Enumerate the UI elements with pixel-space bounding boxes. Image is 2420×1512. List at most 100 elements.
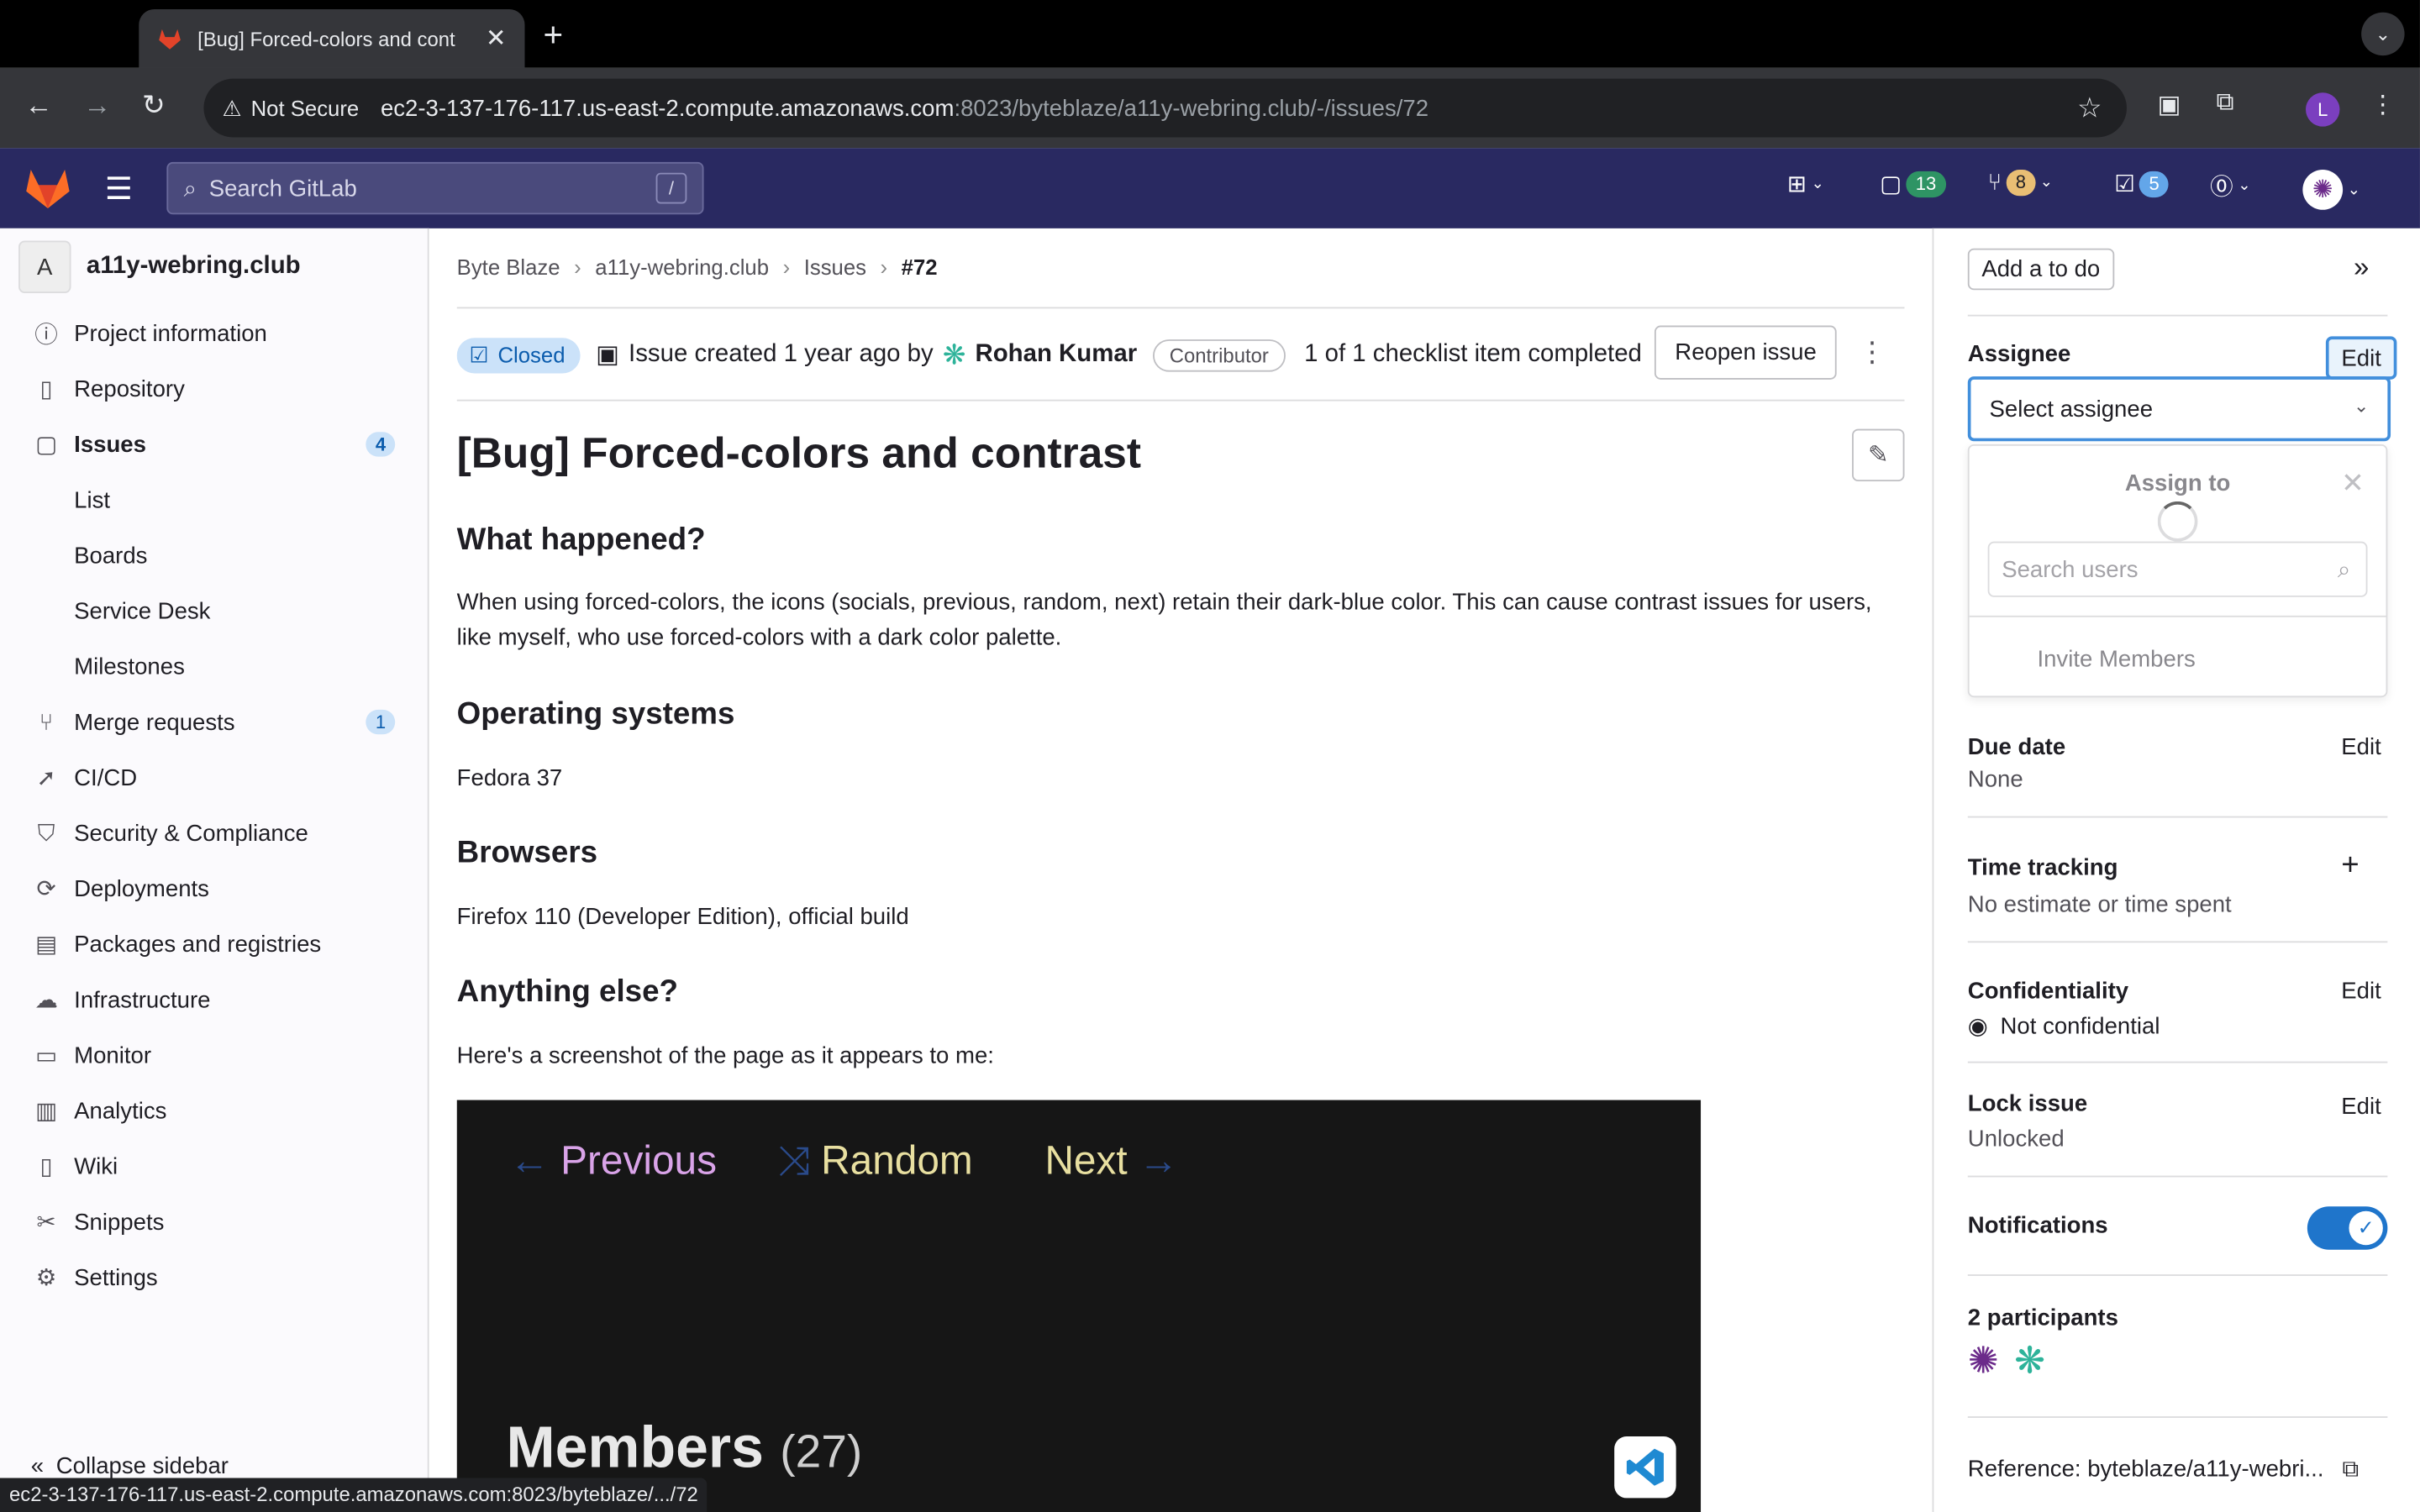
issue-created-text: Issue created 1 year ago by [629,340,934,368]
notifications-toggle[interactable]: ✓ [2307,1206,2388,1250]
sidebar-item-service-desk[interactable]: Service Desk [74,588,445,634]
divider [456,307,1905,309]
breadcrumb-item[interactable]: a11y-webring.club [595,255,769,279]
todo-count-badge: 5 [2139,170,2169,197]
profile-avatar[interactable]: L [2306,92,2340,127]
extensions-puzzle-icon[interactable]: ⧉ [2217,90,2234,118]
user-menu-button[interactable]: ✺ ⌄ [2302,170,2360,210]
checklist-status: 1 of 1 checklist item completed [1304,340,1642,368]
author-name[interactable]: Rohan Kumar [975,341,1137,369]
todos-nav-button[interactable]: ☑ 5 [2114,170,2169,197]
assignee-edit-button[interactable]: Edit [2325,336,2397,380]
copy-icon[interactable]: ⧉ [2343,1457,2360,1483]
help-button[interactable]: ⓪ ⌄ [2210,170,2251,202]
sidebar-item-security-compliance[interactable]: ⛉ Security & Compliance [31,810,402,856]
due-date-edit-button[interactable]: Edit [2341,734,2381,760]
due-date-value: None [1967,766,2023,794]
divider [1967,1274,2388,1276]
todo-check-icon: ☑ [2114,171,2135,198]
divider [1969,615,2386,617]
lock-issue-value: Unlocked [1967,1126,2065,1153]
browser-menu-icon[interactable]: ⋮ [2370,90,2395,121]
add-time-tracking-icon[interactable]: + [2341,848,2359,884]
sidebar-item-analytics[interactable]: ▥ Analytics [31,1088,402,1134]
attached-screenshot[interactable]: ← Previous ⤨ Random Next → Members (27) [456,1100,1702,1512]
collapse-sidebar-button[interactable]: « Collapse sidebar [31,1453,229,1479]
members-count: (27) [780,1426,863,1478]
merge-requests-nav-button[interactable]: ⑂ 8 ⌄ [1988,170,2053,197]
status-label: Closed [497,342,566,368]
select-assignee-dropdown[interactable]: Select assignee ⌄ [1967,376,2391,442]
more-actions-icon[interactable]: ⋮ [1858,336,1886,369]
sidebar-item-wiki[interactable]: ▯ Wiki [31,1143,402,1189]
search-users-input[interactable]: Search users ⌕ [1987,541,2368,597]
menu-hamburger-icon[interactable]: ☰ [105,170,133,208]
sidebar-item-boards[interactable]: Boards [74,533,445,579]
new-tab-button[interactable]: + [544,15,564,55]
create-new-button[interactable]: ⊞ ⌄ [1787,170,1824,197]
sidebar-item-merge-requests[interactable]: ⑂ Merge requests 1 [31,699,402,745]
not-secure-indicator[interactable]: ⚠ Not Secure [222,95,359,121]
author-avatar[interactable]: ❋ [943,339,966,371]
edit-title-button[interactable]: ✎ [1852,428,1905,482]
confidentiality-value: Not confidential [2000,1012,2160,1040]
sidebar-item-label: Security & Compliance [74,820,308,847]
breadcrumb-item[interactable]: Byte Blaze [457,255,560,279]
screenshot-next-label: Next [1044,1137,1128,1184]
forward-icon[interactable]: → [83,90,111,123]
loading-spinner-icon [2157,501,2198,542]
participant-avatar[interactable]: ❋ [2014,1339,2045,1383]
collapse-sidebar-label: Collapse sidebar [55,1453,229,1480]
tab-search-icon[interactable]: ⌄ [2361,12,2405,56]
back-icon[interactable]: ← [24,90,52,123]
issues-nav-button[interactable]: ▢ 13 [1880,170,1946,197]
chevron-down-icon: ⌄ [2347,181,2361,199]
reload-icon[interactable]: ↻ [142,90,166,123]
breadcrumb-current[interactable]: #72 [902,255,938,279]
sidebar-item-settings[interactable]: ⚙ Settings [31,1254,402,1300]
warning-icon: ⚠ [222,94,242,120]
gitlab-logo-icon[interactable] [24,166,71,209]
sidebar-item-label: Analytics [74,1097,167,1125]
sidebar-item-infrastructure[interactable]: ☁ Infrastructure [31,977,402,1023]
screenshot-random-link: ⤨ Random [778,1137,973,1187]
bookmark-star-icon[interactable]: ☆ [2077,92,2102,124]
sidebar-item-project-information[interactable]: ⓘ Project information [31,310,402,356]
url-path: :8023/byteblaze/a11y-webring.club/-/issu… [954,94,1429,122]
gitlab-search-input[interactable]: ⌕ Search GitLab / [166,161,704,215]
eye-icon: ◉ [1967,1013,1988,1040]
issue-type-icon: ▣ [596,342,620,369]
extension-icon[interactable]: ▣ [2158,90,2181,121]
sidebar-item-packages-registries[interactable]: ▤ Packages and registries [31,921,402,968]
lock-issue-edit-button[interactable]: Edit [2341,1094,2381,1120]
breadcrumb-item[interactable]: Issues [804,255,866,279]
participant-avatar[interactable]: ✺ [1968,1339,1999,1383]
project-header[interactable]: A a11y-webring.club [18,240,301,293]
sidebar-item-list[interactable]: List [74,477,445,523]
add-todo-button[interactable]: Add a to do [1967,248,2114,291]
reopen-issue-button[interactable]: Reopen issue [1655,325,1837,380]
close-icon[interactable]: ✕ [2341,468,2365,501]
issues-count-badge: 13 [1906,170,1946,197]
sidebar-item-issues[interactable]: ▢ Issues 4 [31,421,402,467]
sidebar-item-deployments[interactable]: ⟳ Deployments [31,865,402,911]
sidebar-item-monitor[interactable]: ▭ Monitor [31,1032,402,1079]
lock-issue-label: Lock issue [1967,1090,2088,1117]
members-label: Members [506,1416,764,1482]
section-heading: What happened? [456,522,706,558]
sidebar-item-ci-cd[interactable]: ➚ CI/CD [31,754,402,801]
browser-tab[interactable]: [Bug] Forced-colors and cont ✕ [139,9,525,68]
screenshot-next-link: Next → [1044,1137,1178,1185]
participants-avatars: ✺ ❋ [1968,1339,2045,1383]
project-avatar: A [18,240,71,293]
address-bar[interactable]: ⚠ Not Secure ec2-3-137-176-117.us-east-2.… [203,78,2127,138]
invite-members-link[interactable]: Invite Members [2037,647,2195,673]
sidebar-item-repository[interactable]: ▯ Repository [31,365,402,412]
sidebar-item-snippets[interactable]: ✂ Snippets [31,1199,402,1245]
sidebar-item-label: Infrastructure [74,986,211,1013]
collapse-right-sidebar-icon[interactable]: » [2354,251,2369,284]
confidentiality-edit-button[interactable]: Edit [2341,978,2381,1004]
sidebar-item-milestones[interactable]: Milestones [74,643,445,690]
chevron-down-icon: ⌄ [1811,175,1824,192]
tab-close-icon[interactable]: ✕ [486,24,507,55]
